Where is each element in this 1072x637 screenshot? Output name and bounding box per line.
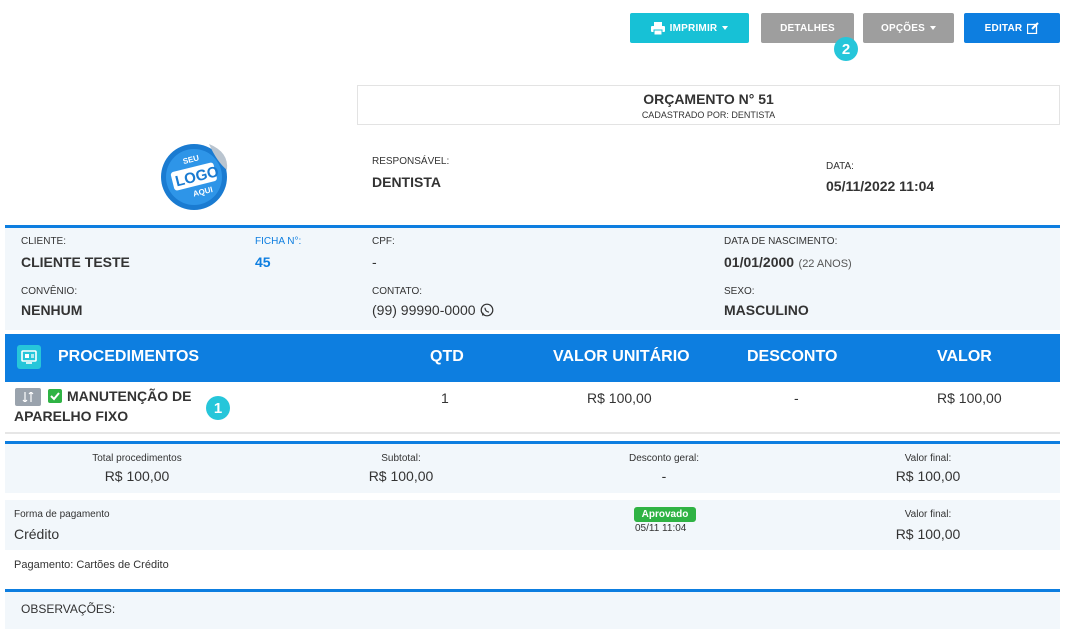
procedures-icon	[17, 345, 41, 369]
totals-panel: Total procedimentos R$ 100,00 Subtotal: …	[5, 441, 1060, 493]
final-value: Valor final: R$ 100,00	[828, 453, 1028, 484]
birth-value: 01/01/2000	[724, 254, 795, 270]
contact-wrap: (99) 99990-0000	[372, 302, 494, 318]
procedure-discount: -	[794, 390, 799, 406]
procedure-value: R$ 100,00	[937, 390, 1002, 406]
contact-value: (99) 99990-0000	[372, 302, 476, 318]
birth-label: DATA DE NASCIMENTO:	[724, 236, 838, 247]
general-discount-label: Desconto geral:	[628, 453, 700, 464]
edit-button[interactable]: EDITAR	[964, 13, 1060, 43]
toolbar: IMPRIMIR DETALHES OPÇÕES EDITAR	[0, 13, 1072, 43]
responsible-label: RESPONSÁVEL:	[372, 156, 450, 167]
subtotal: Subtotal: R$ 100,00	[301, 453, 501, 484]
payment-method-value: Crédito	[14, 526, 60, 542]
observations-label: OBSERVAÇÕES:	[21, 602, 116, 616]
general-discount-value: -	[661, 468, 667, 484]
caret-down-icon	[930, 26, 936, 30]
client-name: CLIENTE TESTE	[21, 254, 130, 270]
sort-icon[interactable]	[15, 388, 41, 406]
status-badge: Aprovado	[634, 507, 696, 522]
procedures-header: PROCEDIMENTOS QTD VALOR UNITÁRIO DESCONT…	[5, 334, 1060, 382]
cpf-label: CPF:	[372, 236, 395, 247]
procedure-qty: 1	[441, 390, 449, 406]
sex-value: MASCULINO	[724, 302, 809, 318]
plan-label: CONVÊNIO:	[21, 286, 78, 297]
table-row: MANUTENÇÃO DE APARELHO FIXO 1 R$ 100,00 …	[5, 382, 1060, 434]
file-label: FICHA N°:	[255, 236, 302, 247]
sex-label: SEXO:	[724, 286, 755, 297]
cpf-value: -	[372, 254, 377, 270]
budget-header: ORÇAMENTO N° 51 CADASTRADO POR: DENTISTA	[357, 85, 1060, 125]
details-label: DETALHES	[780, 22, 835, 34]
options-label: OPÇÕES	[881, 22, 925, 34]
print-label: IMPRIMIR	[669, 22, 718, 34]
payment-final-label: Valor final:	[904, 509, 952, 520]
client-label: CLIENTE:	[21, 236, 67, 247]
col-header-procedures: PROCEDIMENTOS	[58, 348, 200, 365]
registered-by: CADASTRADO POR: DENTISTA	[641, 110, 776, 120]
step-marker-2: 2	[834, 37, 858, 61]
total-procedures-label: Total procedimentos	[92, 453, 182, 464]
observations-panel: OBSERVAÇÕES:	[5, 589, 1060, 629]
subtotal-label: Subtotal:	[381, 453, 421, 464]
col-header-qty: QTD	[430, 348, 464, 365]
procedure-unit-value: R$ 100,00	[587, 390, 652, 406]
date-label: DATA:	[826, 161, 854, 172]
step-marker-1: 1	[206, 396, 230, 420]
payment-note: Pagamento: Cartões de Crédito	[14, 559, 169, 571]
col-header-value: VALOR	[937, 348, 992, 365]
edit-icon	[1027, 22, 1040, 34]
general-discount: Desconto geral: -	[564, 453, 764, 484]
check-icon	[48, 389, 62, 403]
responsible-value: DENTISTA	[372, 174, 441, 190]
plan-value: NENHUM	[21, 302, 83, 318]
budget-title: ORÇAMENTO N° 51	[643, 91, 774, 107]
client-panel	[5, 225, 1060, 330]
payment-panel	[5, 500, 1060, 550]
company-logo: SEU LOGO AQUI	[159, 142, 229, 212]
subtotal-value: R$ 100,00	[368, 468, 434, 484]
total-procedures: Total procedimentos R$ 100,00	[37, 453, 237, 484]
col-header-unit-value: VALOR UNITÁRIO	[553, 348, 690, 365]
date-value: 05/11/2022 11:04	[826, 178, 935, 194]
payment-final-value: R$ 100,00	[895, 526, 961, 542]
edit-label: EDITAR	[984, 22, 1023, 34]
payment-method-label: Forma de pagamento	[14, 509, 110, 520]
col-header-discount: DESCONTO	[747, 348, 838, 365]
contact-label: CONTATO:	[372, 286, 422, 297]
age-value: (22 ANOS)	[798, 258, 852, 270]
final-value-amount: R$ 100,00	[895, 468, 961, 484]
birth-value-wrap: 01/01/2000 (22 ANOS)	[724, 254, 852, 272]
print-button[interactable]: IMPRIMIR	[630, 13, 749, 43]
procedure-name-line2: APARELHO FIXO	[14, 408, 129, 424]
final-value-label: Valor final:	[904, 453, 952, 464]
caret-down-icon	[722, 26, 729, 30]
procedure-name-line1: MANUTENÇÃO DE	[67, 388, 192, 404]
whatsapp-icon[interactable]	[480, 303, 494, 317]
total-procedures-value: R$ 100,00	[104, 468, 170, 484]
options-button[interactable]: OPÇÕES	[863, 13, 954, 43]
file-number-link[interactable]: 45	[255, 254, 271, 270]
printer-icon	[650, 21, 665, 35]
payment-status-date: 05/11 11:04	[635, 523, 687, 534]
